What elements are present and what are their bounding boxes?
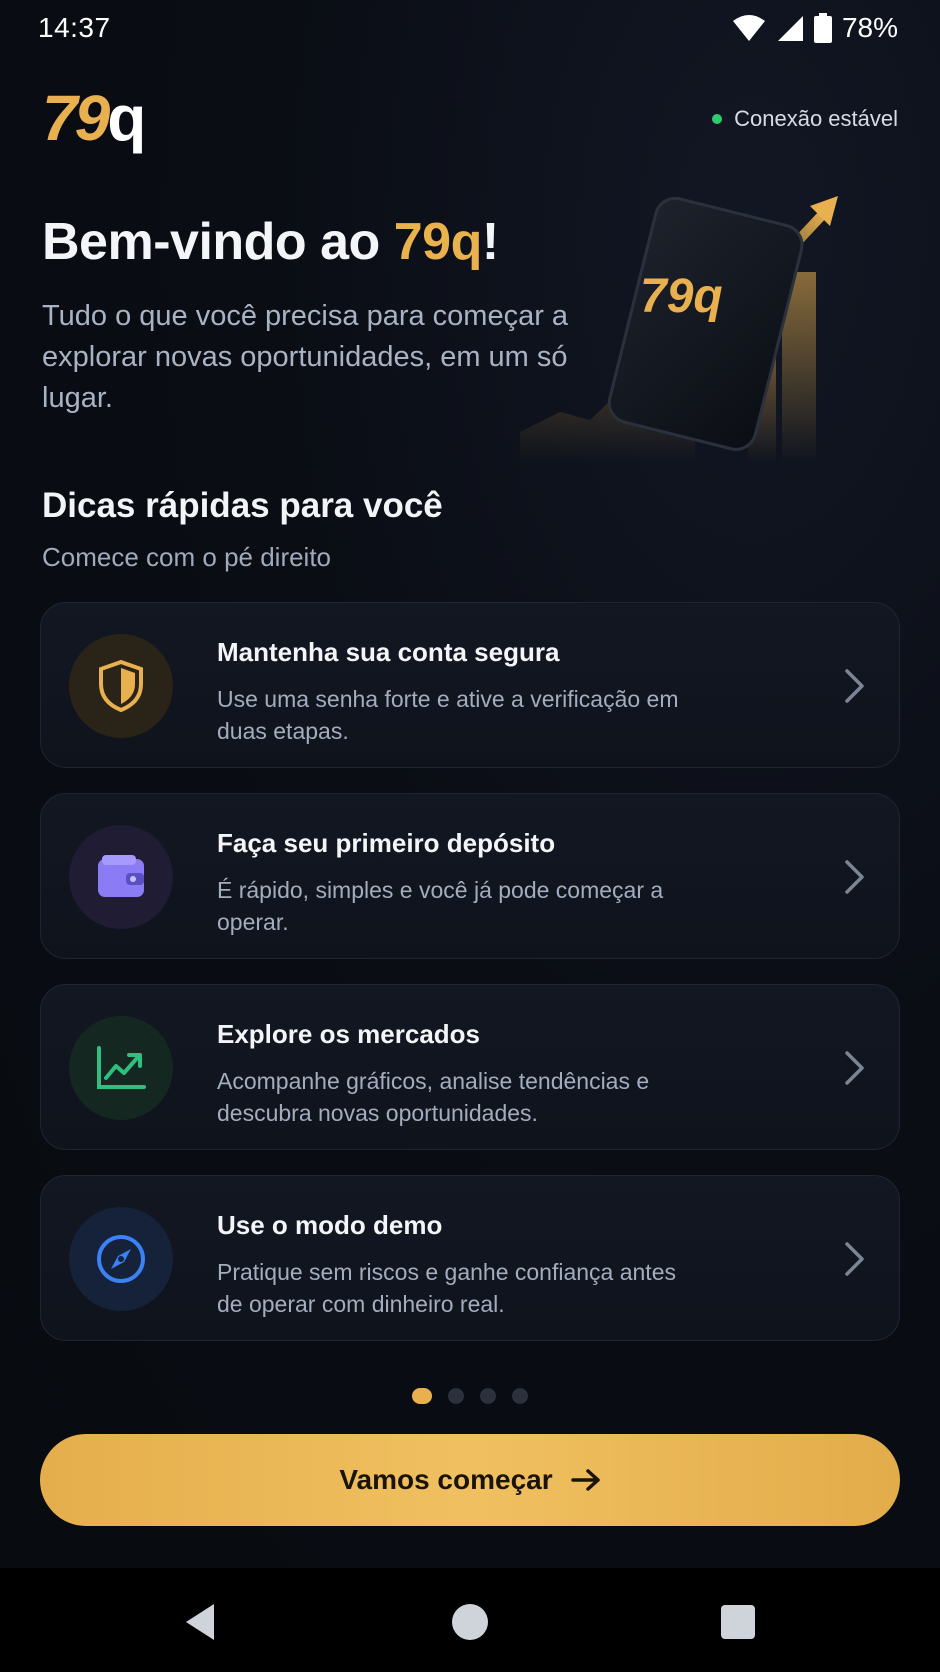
pagination-dot-active[interactable] bbox=[412, 1388, 432, 1404]
status-bar: 14:37 78% bbox=[0, 0, 940, 58]
chart-trend-icon bbox=[97, 1046, 146, 1089]
get-started-button[interactable]: Vamos começar bbox=[40, 1434, 900, 1526]
chevron-right-icon bbox=[845, 1051, 864, 1085]
home-icon[interactable] bbox=[448, 1600, 492, 1644]
tip-icon-circle bbox=[69, 1207, 173, 1311]
tip-card-security[interactable]: Mantenha sua conta segura Use uma senha … bbox=[40, 602, 900, 768]
recents-icon[interactable] bbox=[716, 1600, 760, 1644]
shield-icon bbox=[99, 660, 143, 712]
system-nav-bar bbox=[0, 1568, 940, 1672]
connection-status-label: Conexão estável bbox=[734, 106, 898, 131]
wallet-icon bbox=[98, 855, 144, 897]
tip-card-markets[interactable]: Explore os mercados Acompanhe gráficos, … bbox=[40, 984, 900, 1150]
welcome-title-suffix: ! bbox=[481, 213, 499, 271]
battery-percent: 78% bbox=[841, 12, 898, 43]
chevron-right-icon bbox=[845, 1242, 864, 1276]
status-time: 14:37 bbox=[38, 12, 111, 43]
hero-phone-illustration: 79q bbox=[520, 196, 838, 462]
compass-icon bbox=[97, 1235, 145, 1283]
tip-title: Mantenha sua conta segura bbox=[217, 637, 560, 667]
tip-description: Pratique sem riscos e ganhe confiança an… bbox=[217, 1259, 676, 1317]
tip-card-demo[interactable]: Use o modo demo Pratique sem riscos e ga… bbox=[40, 1175, 900, 1341]
tip-description: Acompanhe gráficos, analise tendências e… bbox=[217, 1068, 650, 1126]
logo-letter: q bbox=[107, 82, 146, 154]
tip-description: É rápido, simples e você já pode começar… bbox=[217, 877, 664, 935]
tips-title: Dicas rápidas para você bbox=[42, 486, 443, 525]
pagination-dot[interactable] bbox=[448, 1388, 464, 1404]
welcome-title: Bem-vindo ao 79q! bbox=[42, 212, 499, 272]
tip-card-deposit[interactable]: Faça seu primeiro depósito É rápido, sim… bbox=[40, 793, 900, 959]
back-icon[interactable] bbox=[180, 1600, 224, 1644]
hero-illustration-logo: 79q bbox=[640, 270, 723, 323]
chevron-right-icon bbox=[845, 669, 864, 703]
tips-subtitle: Comece com o pé direito bbox=[42, 542, 332, 572]
chevron-right-icon bbox=[845, 860, 864, 894]
welcome-title-brand: 79q bbox=[393, 213, 483, 271]
status-icons: 78% bbox=[732, 12, 898, 44]
cell-signal-icon bbox=[777, 16, 803, 41]
welcome-title-prefix: Bem-vindo ao bbox=[42, 213, 394, 271]
get-started-label: Vamos começar bbox=[339, 1464, 553, 1495]
connection-dot-icon bbox=[712, 114, 723, 124]
pagination-dot[interactable] bbox=[512, 1388, 528, 1404]
app-logo: 79q bbox=[42, 86, 146, 150]
app-screen: 14:37 78% 79q Conexão estável Bem-vindo … bbox=[0, 0, 940, 1568]
tip-icon-circle bbox=[69, 634, 173, 738]
battery-icon bbox=[813, 13, 832, 43]
welcome-subtitle: Tudo o que você precisa para começar a e… bbox=[42, 300, 569, 414]
tip-icon-circle bbox=[69, 825, 173, 929]
tip-title: Faça seu primeiro depósito bbox=[217, 828, 556, 858]
wifi-icon bbox=[732, 15, 765, 41]
arrow-right-icon bbox=[570, 1469, 600, 1491]
connection-status: Conexão estável bbox=[712, 106, 898, 132]
logo-digits: 79 bbox=[42, 82, 110, 154]
pagination-dot[interactable] bbox=[480, 1388, 496, 1404]
tip-title: Explore os mercados bbox=[217, 1019, 480, 1049]
tip-icon-circle bbox=[69, 1016, 173, 1120]
tip-description: Use uma senha forte e ative a verificaçã… bbox=[217, 686, 679, 744]
pagination-dots bbox=[0, 1388, 940, 1404]
tip-title: Use o modo demo bbox=[217, 1210, 443, 1240]
